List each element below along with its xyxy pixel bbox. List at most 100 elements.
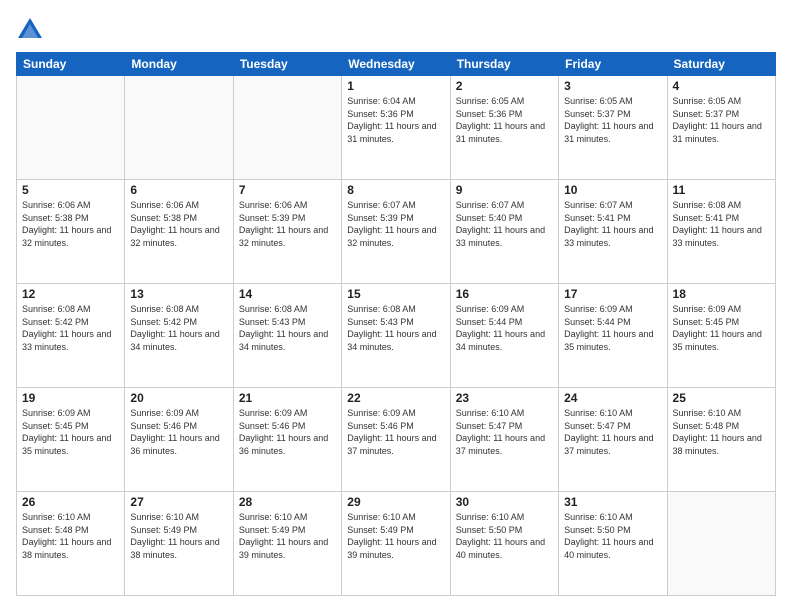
- week-row-3: 19 Sunrise: 6:09 AM Sunset: 5:45 PM Dayli…: [17, 388, 776, 492]
- day-number: 1: [347, 79, 444, 93]
- day-info: Sunrise: 6:10 AM Sunset: 5:48 PM Dayligh…: [673, 407, 770, 457]
- day-cell: 25Sunrise: 6:10 AM Sunset: 5:48 PM Dayli…: [667, 388, 775, 492]
- day-cell: 6 Sunrise: 6:06 AM Sunset: 5:38 PM Daylig…: [125, 180, 233, 284]
- day-cell: 10 Sunrise: 6:07 AM Sunset: 5:41 PM Dayli…: [559, 180, 667, 284]
- day-cell: 11 Sunrise: 6:08 AM Sunset: 5:41 PM Dayli…: [667, 180, 775, 284]
- day-info: Sunrise: 6:04 AM Sunset: 5:36 PM Dayligh…: [347, 95, 444, 145]
- day-cell: 17Sunrise: 6:09 AM Sunset: 5:44 PM Dayli…: [559, 284, 667, 388]
- day-number: 12: [22, 287, 119, 301]
- day-cell: 18 Sunrise: 6:09 AM Sunset: 5:45 PM Dayli…: [667, 284, 775, 388]
- day-info: Sunrise: 6:05 AM Sunset: 5:37 PM Dayligh…: [564, 95, 661, 145]
- day-number: 31: [564, 495, 661, 509]
- day-info: Sunrise: 6:10 AM Sunset: 5:50 PM Dayligh…: [456, 511, 553, 561]
- day-number: 27: [130, 495, 227, 509]
- day-info: Sunrise: 6:09 AM Sunset: 5:45 PM Dayligh…: [673, 303, 770, 353]
- day-info: Sunrise: 6:06 AM Sunset: 5:38 PM Dayligh…: [130, 199, 227, 249]
- day-cell: 14 Sunrise: 6:08 AM Sunset: 5:43 PM Dayli…: [233, 284, 341, 388]
- day-cell: 27 Sunrise: 6:10 AM Sunset: 5:49 PM Dayli…: [125, 492, 233, 596]
- weekday-tuesday: Tuesday: [233, 53, 341, 76]
- day-cell: 13Sunrise: 6:08 AM Sunset: 5:42 PM Dayli…: [125, 284, 233, 388]
- day-number: 18: [673, 287, 770, 301]
- day-info: Sunrise: 6:09 AM Sunset: 5:44 PM Dayligh…: [564, 303, 661, 353]
- day-info: Sunrise: 6:10 AM Sunset: 5:49 PM Dayligh…: [130, 511, 227, 561]
- day-number: 11: [673, 183, 770, 197]
- week-row-1: 5 Sunrise: 6:06 AM Sunset: 5:38 PM Daylig…: [17, 180, 776, 284]
- header: [16, 16, 776, 44]
- logo: [16, 16, 48, 44]
- day-info: Sunrise: 6:08 AM Sunset: 5:42 PM Dayligh…: [22, 303, 119, 353]
- day-cell: 31 Sunrise: 6:10 AM Sunset: 5:50 PM Dayli…: [559, 492, 667, 596]
- logo-icon: [16, 16, 44, 44]
- day-number: 3: [564, 79, 661, 93]
- weekday-thursday: Thursday: [450, 53, 558, 76]
- day-cell: 9 Sunrise: 6:07 AM Sunset: 5:40 PM Daylig…: [450, 180, 558, 284]
- day-cell: 30 Sunrise: 6:10 AM Sunset: 5:50 PM Dayli…: [450, 492, 558, 596]
- day-number: 20: [130, 391, 227, 405]
- day-number: 22: [347, 391, 444, 405]
- day-cell: 1 Sunrise: 6:04 AM Sunset: 5:36 PM Daylig…: [342, 76, 450, 180]
- day-cell: 15Sunrise: 6:08 AM Sunset: 5:43 PM Dayli…: [342, 284, 450, 388]
- day-cell: 7 Sunrise: 6:06 AM Sunset: 5:39 PM Daylig…: [233, 180, 341, 284]
- day-cell: 4 Sunrise: 6:05 AM Sunset: 5:37 PM Daylig…: [667, 76, 775, 180]
- day-number: 16: [456, 287, 553, 301]
- weekday-sunday: Sunday: [17, 53, 125, 76]
- day-info: Sunrise: 6:07 AM Sunset: 5:40 PM Dayligh…: [456, 199, 553, 249]
- day-info: Sunrise: 6:09 AM Sunset: 5:46 PM Dayligh…: [347, 407, 444, 457]
- day-number: 2: [456, 79, 553, 93]
- day-cell: 23 Sunrise: 6:10 AM Sunset: 5:47 PM Dayli…: [450, 388, 558, 492]
- day-cell: [667, 492, 775, 596]
- day-number: 9: [456, 183, 553, 197]
- day-info: Sunrise: 6:10 AM Sunset: 5:48 PM Dayligh…: [22, 511, 119, 561]
- day-number: 23: [456, 391, 553, 405]
- day-cell: 8 Sunrise: 6:07 AM Sunset: 5:39 PM Daylig…: [342, 180, 450, 284]
- calendar: SundayMondayTuesdayWednesdayThursdayFrid…: [16, 52, 776, 596]
- day-cell: 3 Sunrise: 6:05 AM Sunset: 5:37 PM Daylig…: [559, 76, 667, 180]
- day-info: Sunrise: 6:05 AM Sunset: 5:37 PM Dayligh…: [673, 95, 770, 145]
- weekday-friday: Friday: [559, 53, 667, 76]
- day-number: 6: [130, 183, 227, 197]
- day-number: 21: [239, 391, 336, 405]
- day-number: 28: [239, 495, 336, 509]
- day-info: Sunrise: 6:10 AM Sunset: 5:50 PM Dayligh…: [564, 511, 661, 561]
- day-cell: 28 Sunrise: 6:10 AM Sunset: 5:49 PM Dayli…: [233, 492, 341, 596]
- day-cell: 19 Sunrise: 6:09 AM Sunset: 5:45 PM Dayli…: [17, 388, 125, 492]
- day-number: 26: [22, 495, 119, 509]
- day-number: 19: [22, 391, 119, 405]
- day-number: 29: [347, 495, 444, 509]
- day-info: Sunrise: 6:09 AM Sunset: 5:45 PM Dayligh…: [22, 407, 119, 457]
- day-number: 4: [673, 79, 770, 93]
- day-number: 14: [239, 287, 336, 301]
- day-cell: [17, 76, 125, 180]
- day-number: 8: [347, 183, 444, 197]
- day-info: Sunrise: 6:07 AM Sunset: 5:41 PM Dayligh…: [564, 199, 661, 249]
- day-info: Sunrise: 6:10 AM Sunset: 5:49 PM Dayligh…: [239, 511, 336, 561]
- week-row-0: 1 Sunrise: 6:04 AM Sunset: 5:36 PM Daylig…: [17, 76, 776, 180]
- day-cell: 20 Sunrise: 6:09 AM Sunset: 5:46 PM Dayli…: [125, 388, 233, 492]
- day-number: 10: [564, 183, 661, 197]
- day-number: 30: [456, 495, 553, 509]
- day-cell: 12 Sunrise: 6:08 AM Sunset: 5:42 PM Dayli…: [17, 284, 125, 388]
- weekday-header-row: SundayMondayTuesdayWednesdayThursdayFrid…: [17, 53, 776, 76]
- weekday-saturday: Saturday: [667, 53, 775, 76]
- day-cell: 2Sunrise: 6:05 AM Sunset: 5:36 PM Daylig…: [450, 76, 558, 180]
- day-info: Sunrise: 6:06 AM Sunset: 5:39 PM Dayligh…: [239, 199, 336, 249]
- page: SundayMondayTuesdayWednesdayThursdayFrid…: [0, 0, 792, 612]
- day-number: 7: [239, 183, 336, 197]
- day-cell: [125, 76, 233, 180]
- day-info: Sunrise: 6:10 AM Sunset: 5:47 PM Dayligh…: [456, 407, 553, 457]
- day-number: 5: [22, 183, 119, 197]
- day-info: Sunrise: 6:08 AM Sunset: 5:43 PM Dayligh…: [239, 303, 336, 353]
- day-number: 13: [130, 287, 227, 301]
- day-cell: 16Sunrise: 6:09 AM Sunset: 5:44 PM Dayli…: [450, 284, 558, 388]
- day-info: Sunrise: 6:08 AM Sunset: 5:43 PM Dayligh…: [347, 303, 444, 353]
- day-info: Sunrise: 6:10 AM Sunset: 5:49 PM Dayligh…: [347, 511, 444, 561]
- day-info: Sunrise: 6:09 AM Sunset: 5:46 PM Dayligh…: [130, 407, 227, 457]
- weekday-monday: Monday: [125, 53, 233, 76]
- day-cell: 22 Sunrise: 6:09 AM Sunset: 5:46 PM Dayli…: [342, 388, 450, 492]
- day-info: Sunrise: 6:06 AM Sunset: 5:38 PM Dayligh…: [22, 199, 119, 249]
- day-info: Sunrise: 6:07 AM Sunset: 5:39 PM Dayligh…: [347, 199, 444, 249]
- day-cell: [233, 76, 341, 180]
- week-row-2: 12 Sunrise: 6:08 AM Sunset: 5:42 PM Dayli…: [17, 284, 776, 388]
- week-row-4: 26 Sunrise: 6:10 AM Sunset: 5:48 PM Dayli…: [17, 492, 776, 596]
- day-info: Sunrise: 6:08 AM Sunset: 5:41 PM Dayligh…: [673, 199, 770, 249]
